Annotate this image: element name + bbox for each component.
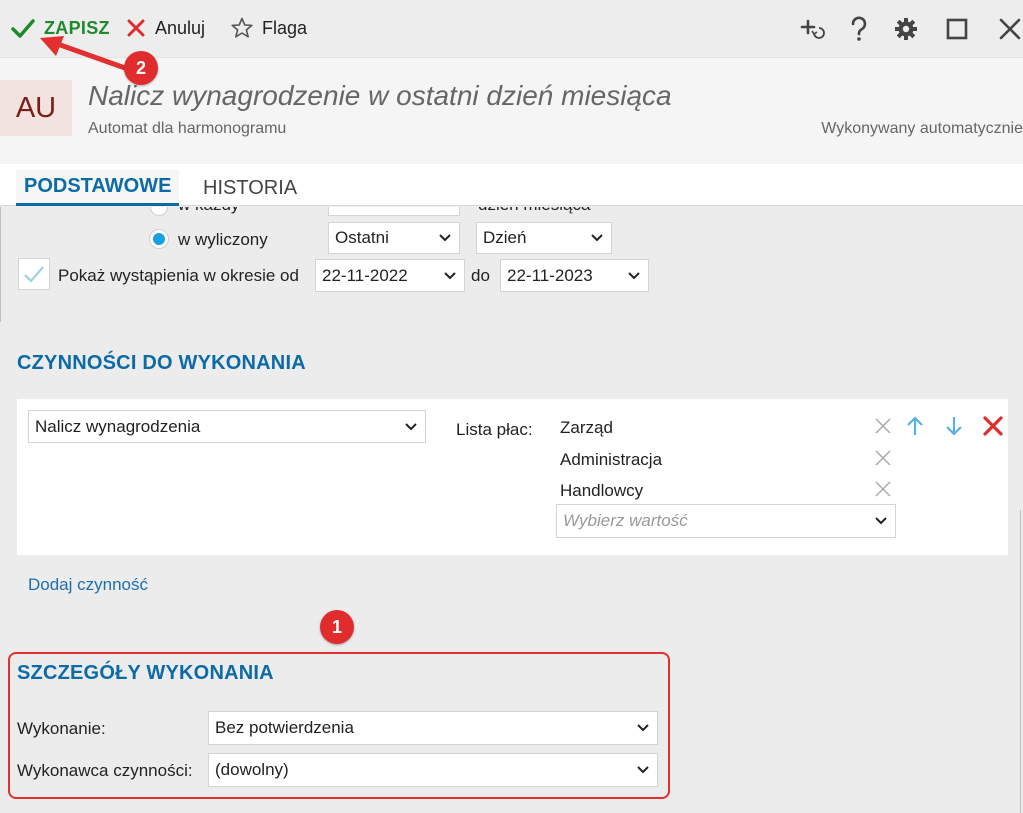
chevron-down-icon — [637, 724, 649, 732]
maximize-button[interactable] — [942, 14, 972, 44]
close-window-icon — [999, 18, 1021, 40]
executor-select[interactable]: (dowolny) — [208, 753, 658, 787]
annotation-arrow — [40, 36, 128, 71]
tab-podstawowe[interactable]: PODSTAWOWE — [16, 170, 180, 206]
radio-calculated-label: w wyliczony — [178, 230, 268, 249]
chevron-down-icon — [628, 271, 640, 279]
executor-value: (dowolny) — [215, 760, 289, 779]
payroll-item: Zarząd — [560, 418, 613, 437]
execution-status: Wykonywany automatycznie — [821, 120, 1023, 137]
day-of-month-label: dzień miesiąca — [478, 207, 590, 215]
left-border — [0, 207, 1, 322]
payroll-item: Handlowcy — [560, 481, 644, 500]
radio-every[interactable] — [150, 207, 168, 216]
date-to-select[interactable]: 22-11-2023 — [500, 259, 649, 292]
chevron-down-icon — [591, 234, 603, 242]
add-refresh-icon — [800, 19, 825, 39]
execution-label: Wykonanie: — [17, 719, 106, 738]
radio-every-label: w każdy — [178, 207, 239, 215]
activities-section-title: CZYNNOŚCI DO WYKONANIA — [17, 352, 306, 374]
executor-label: Wykonawca czynności: — [17, 761, 193, 780]
add-activity-link[interactable]: Dodaj czynność — [28, 575, 148, 595]
window-close-button[interactable] — [995, 14, 1023, 44]
which-day-select[interactable]: Ostatni — [328, 222, 460, 254]
help-icon — [851, 16, 867, 41]
settings-button[interactable] — [891, 14, 921, 44]
annotation-badge-1: 1 — [320, 610, 354, 644]
activity-type-value: Nalicz wynagrodzenia — [35, 416, 201, 436]
scrollbar-track[interactable] — [1020, 510, 1021, 813]
chevron-down-icon — [637, 766, 649, 774]
activity-type-select[interactable]: Nalicz wynagrodzenia — [28, 410, 426, 443]
show-occurrences-label: Pokaż wystąpienia w okresie od — [58, 266, 299, 285]
page-subtitle: Automat dla harmonogramu — [88, 120, 287, 137]
day-number-select[interactable]: 22 — [328, 207, 460, 216]
help-button[interactable] — [844, 14, 874, 44]
payroll-list-label: Lista płac: — [456, 420, 533, 439]
payroll-picker-placeholder: Wybierz wartość — [563, 511, 688, 530]
close-icon — [983, 416, 1003, 436]
remove-item-button[interactable] — [873, 448, 893, 468]
execution-select[interactable]: Bez potwierdzenia — [208, 711, 658, 745]
close-icon — [875, 418, 891, 434]
radio-calculated[interactable] — [150, 230, 168, 248]
payroll-item: Administracja — [560, 450, 663, 469]
gear-icon — [895, 18, 917, 40]
date-to-label: do — [471, 266, 490, 285]
chevron-down-icon — [444, 271, 456, 279]
day-unit-select[interactable]: Dzień — [476, 222, 612, 254]
date-from-select[interactable]: 22-11-2022 — [315, 259, 465, 292]
details-section-title: SZCZEGÓŁY WYKONANIA — [17, 662, 274, 684]
maximize-icon — [946, 18, 968, 40]
chevron-down-icon — [875, 517, 887, 525]
chevron-down-icon — [405, 422, 417, 430]
close-icon — [875, 450, 891, 466]
date-to-value: 22-11-2023 — [507, 265, 593, 285]
partial-row-clip: w każdy 22 dzień miesiąca — [0, 207, 1023, 219]
arrow-down-icon — [946, 417, 962, 436]
arrow-up-icon — [907, 416, 923, 435]
move-down-button[interactable] — [944, 415, 964, 437]
tab-historia[interactable]: HISTORIA — [195, 170, 305, 206]
date-from-value: 22-11-2022 — [322, 265, 408, 285]
add-refresh-button[interactable] — [797, 14, 827, 44]
delete-activity-button[interactable] — [981, 414, 1005, 438]
day-number-value: 22 — [414, 207, 433, 211]
remove-item-button[interactable] — [873, 479, 893, 499]
which-day-value: Ostatni — [335, 228, 389, 247]
checkmark-icon — [24, 266, 44, 283]
annotation-badge-2: 2 — [124, 51, 158, 85]
show-occurrences-checkbox[interactable] — [18, 258, 50, 290]
star-icon — [231, 17, 253, 38]
flag-button[interactable]: Flaga — [230, 14, 307, 42]
flag-label: Flaga — [262, 17, 308, 38]
execution-value: Bez potwierdzenia — [215, 718, 354, 737]
close-icon — [875, 481, 891, 497]
day-unit-value: Dzień — [483, 228, 527, 247]
payroll-picker-select[interactable]: Wybierz wartość — [556, 504, 896, 538]
chevron-down-icon — [439, 234, 451, 242]
move-up-button[interactable] — [905, 415, 925, 437]
remove-item-button[interactable] — [873, 416, 893, 436]
